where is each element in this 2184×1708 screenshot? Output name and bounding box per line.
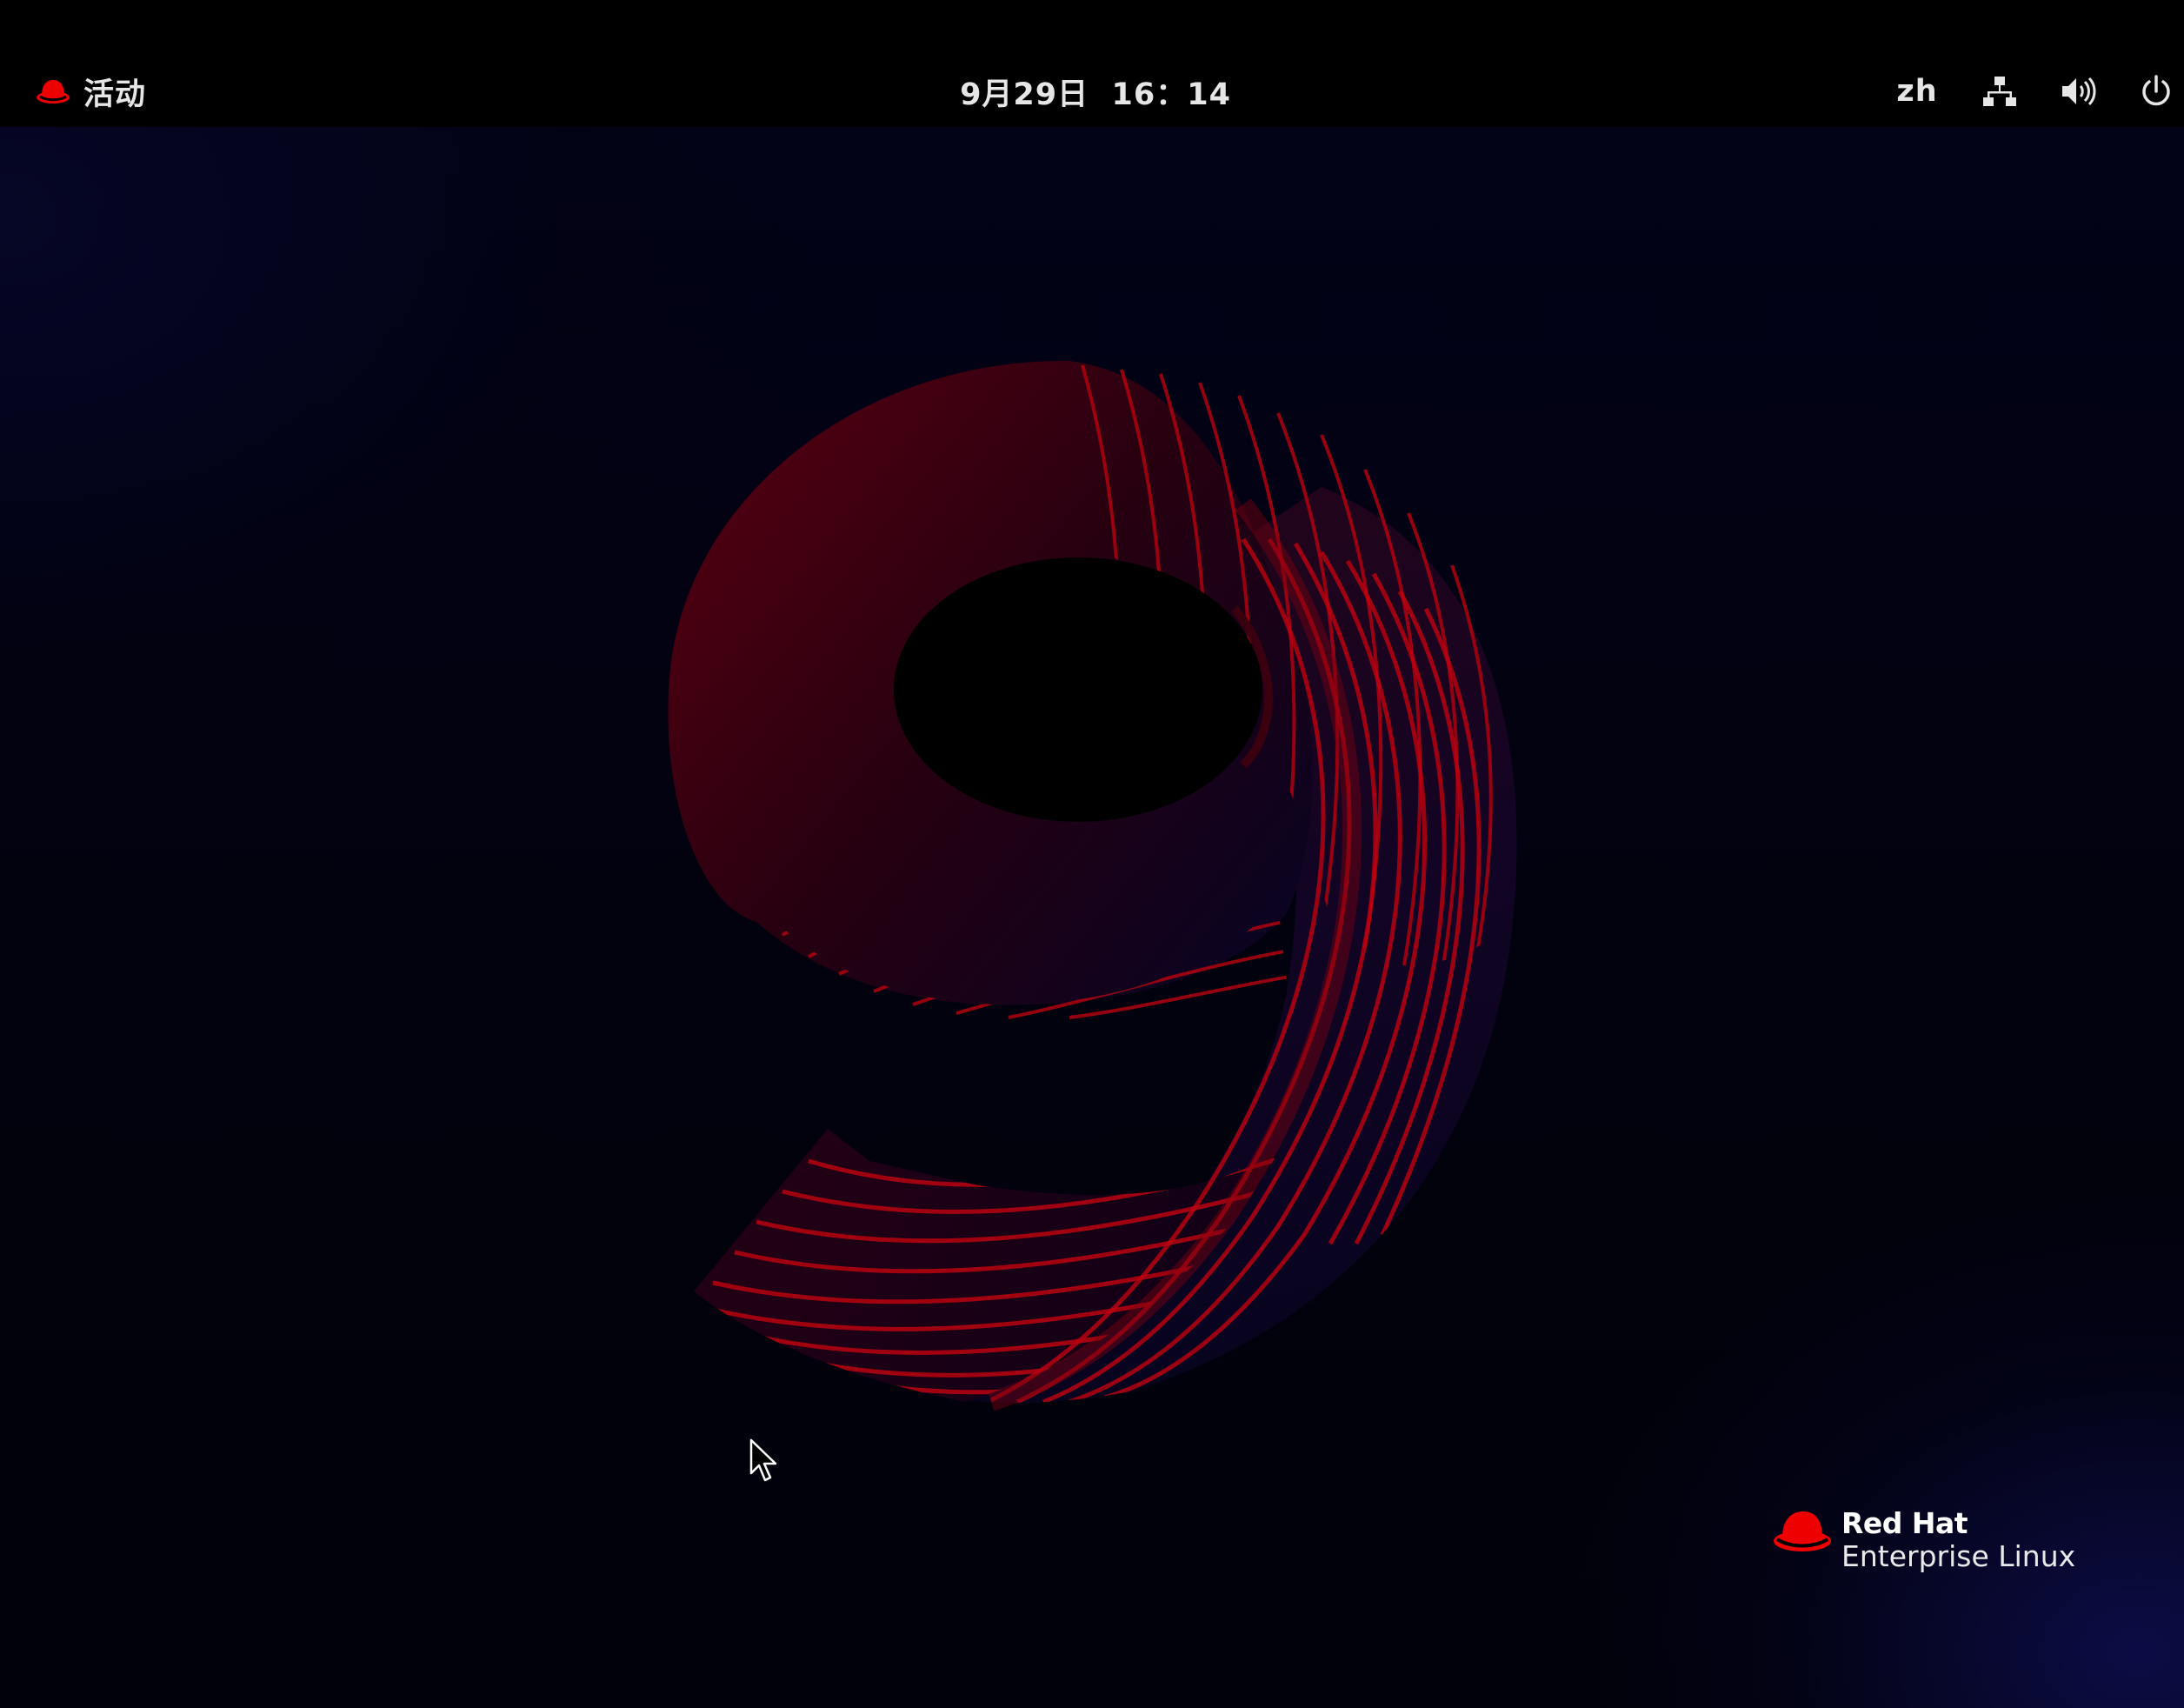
arrow-pointer-icon (749, 1438, 777, 1482)
redhat-hat-icon (1774, 1511, 1831, 1551)
activities-label: 活动 (83, 77, 147, 112)
activities-button[interactable]: 活动 (24, 61, 156, 122)
power-icon (2142, 75, 2170, 106)
system-status-menu[interactable] (1982, 61, 2174, 122)
input-source-label: zh (1896, 74, 1938, 109)
wallpaper-nine (668, 360, 1517, 1411)
desktop-screen: 活动 9月29日 16：14 zh Red Hat Enterprise Lin… (0, 0, 2184, 1708)
input-source-indicator[interactable]: zh (1878, 61, 1956, 122)
volume-high-icon (2062, 77, 2096, 106)
top-bar: 活动 9月29日 16：14 zh (0, 0, 2184, 127)
brand-name: Red Hat (1841, 1506, 1968, 1540)
redhat-logo-icon (37, 80, 70, 103)
brand-product: Enterprise Linux (1841, 1539, 2076, 1573)
network-wired-icon (1983, 77, 2016, 106)
clock[interactable]: 9月29日 16：14 (956, 61, 1235, 122)
brand-logo: Red Hat Enterprise Linux (1772, 1505, 2120, 1600)
clock-text: 9月29日 16：14 (960, 77, 1231, 112)
